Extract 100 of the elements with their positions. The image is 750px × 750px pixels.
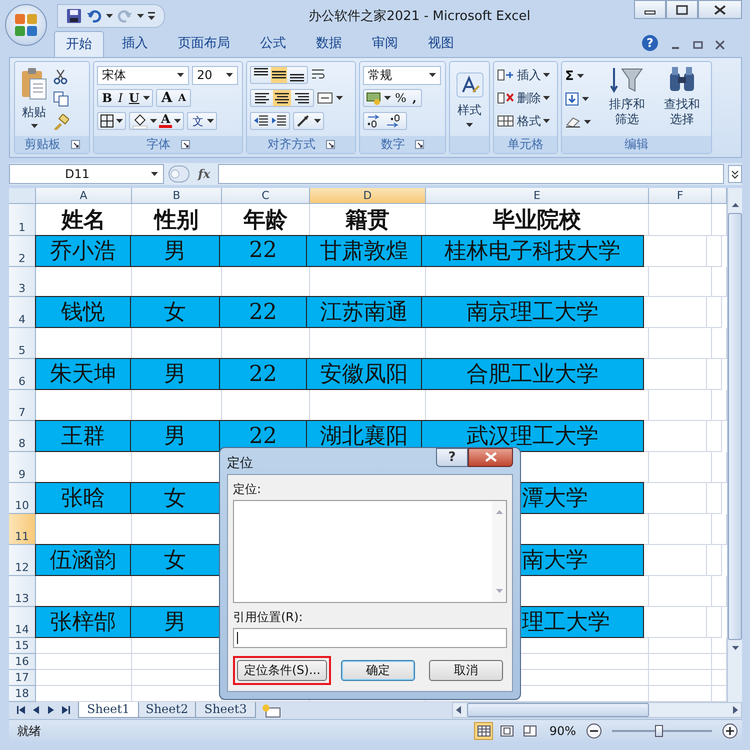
ribbon-tab[interactable]: 公式: [248, 30, 298, 58]
normal-view-button[interactable]: [474, 722, 494, 740]
column-header[interactable]: B: [132, 188, 222, 204]
sheet-tab[interactable]: Sheet3: [195, 702, 256, 718]
zoom-in-icon[interactable]: [722, 723, 738, 740]
row-header[interactable]: 18: [9, 686, 36, 702]
ribbon-tab[interactable]: 视图: [416, 30, 466, 58]
save-icon[interactable]: [66, 8, 82, 24]
horizontal-align-button[interactable]: [273, 90, 291, 106]
italic-button[interactable]: I: [116, 91, 125, 106]
row-header[interactable]: 11: [9, 514, 36, 545]
row-header[interactable]: 8: [9, 421, 36, 452]
ribbon-tab[interactable]: 插入: [110, 30, 160, 58]
font-color-button[interactable]: A: [159, 114, 172, 128]
dialog-button[interactable]: 定位条件(S)...: [237, 660, 328, 681]
close-button[interactable]: [468, 448, 513, 467]
eraser-icon[interactable]: [565, 116, 581, 128]
ribbon-tab[interactable]: 开始: [54, 31, 104, 58]
row-header[interactable]: 2: [9, 236, 36, 267]
vertical-scrollbar[interactable]: [727, 188, 742, 702]
font-size-dropdown[interactable]: 20: [192, 66, 238, 85]
find-select-button[interactable]: 查找和 选择: [664, 97, 700, 128]
decrease-indent-icon[interactable]: [253, 114, 269, 128]
name-box[interactable]: D11: [9, 164, 164, 184]
minimize-button[interactable]: [634, 0, 666, 19]
underline-button[interactable]: U: [126, 91, 142, 106]
column-header[interactable]: D: [310, 188, 426, 204]
column-header[interactable]: F: [649, 188, 712, 204]
scroll-thumb[interactable]: [728, 212, 742, 640]
bold-button[interactable]: B: [100, 91, 114, 106]
copy-icon[interactable]: [53, 91, 69, 108]
help-button[interactable]: ?: [436, 448, 468, 467]
ribbon-tab[interactable]: 页面布局: [166, 30, 242, 58]
row-header[interactable]: 15: [9, 638, 36, 654]
expand-icon[interactable]: [728, 164, 742, 183]
row-header[interactable]: 16: [9, 654, 36, 670]
dialog-launcher-icon[interactable]: [326, 140, 334, 149]
sheet-tab[interactable]: Sheet1: [78, 702, 139, 718]
row-header[interactable]: 9: [9, 452, 36, 484]
dialog-button[interactable]: 确定: [341, 660, 416, 681]
undo-icon[interactable]: [86, 8, 102, 24]
cut-icon[interactable]: [53, 68, 69, 85]
styles-icon[interactable]: [456, 72, 484, 98]
styles-button[interactable]: 样式: [458, 102, 482, 119]
font-name-dropdown[interactable]: 宋体: [97, 66, 189, 85]
zoom-out-icon[interactable]: [586, 723, 602, 740]
vertical-align-button[interactable]: [271, 67, 287, 84]
dialog-button[interactable]: 取消: [429, 660, 503, 681]
horizontal-align-button[interactable]: [293, 90, 311, 106]
help-button[interactable]: ?: [642, 35, 658, 52]
row-header[interactable]: 1: [9, 204, 36, 236]
insert-function-button[interactable]: fx: [194, 166, 214, 181]
maximize-button[interactable]: [666, 0, 698, 19]
horizontal-align-button[interactable]: [253, 90, 271, 106]
column-header[interactable]: A: [36, 188, 132, 204]
row-header[interactable]: 6: [9, 359, 36, 390]
goto-list[interactable]: [233, 500, 507, 603]
customize-icon[interactable]: [148, 11, 156, 20]
autosum-button[interactable]: Σ: [565, 68, 574, 84]
dialog-launcher-icon[interactable]: [415, 140, 424, 149]
increase-indent-icon[interactable]: [271, 114, 287, 128]
fill-icon[interactable]: [565, 92, 579, 106]
dialog-launcher-icon[interactable]: [180, 140, 190, 149]
column-header[interactable]: C: [222, 188, 310, 204]
paste-button[interactable]: 粘贴: [18, 65, 50, 133]
close-icon[interactable]: [715, 40, 725, 50]
delete-cells-button[interactable]: 删除: [517, 90, 541, 107]
scroll-thumb[interactable]: [467, 702, 649, 717]
sort-filter-button[interactable]: 排序和 筛选: [608, 97, 645, 128]
format-cells-button[interactable]: 格式: [517, 112, 541, 130]
row-header[interactable]: 10: [9, 483, 36, 514]
format-painter-icon[interactable]: [53, 114, 69, 130]
column-header[interactable]: E: [426, 188, 649, 204]
row-header[interactable]: 7: [9, 390, 36, 422]
horizontal-scrollbar[interactable]: [452, 702, 742, 718]
office-button[interactable]: [5, 4, 47, 46]
borders-icon[interactable]: [100, 114, 114, 128]
row-header[interactable]: 14: [9, 606, 36, 638]
number-format-dropdown[interactable]: 常规: [363, 66, 441, 85]
row-header[interactable]: 4: [9, 297, 36, 328]
currency-icon[interactable]: [366, 91, 382, 106]
comma-button[interactable]: ,: [410, 91, 419, 106]
first-sheet-icon[interactable]: [15, 704, 27, 715]
ribbon-tab[interactable]: 数据: [304, 30, 354, 58]
ribbon-tab[interactable]: 审阅: [360, 30, 410, 58]
reference-input[interactable]: [233, 628, 507, 648]
insert-cells-button[interactable]: 插入: [517, 66, 541, 84]
row-header[interactable]: 5: [9, 328, 36, 360]
formula-input[interactable]: [218, 164, 724, 184]
sort-filter-icon[interactable]: [610, 65, 644, 96]
insert-sheet-icon[interactable]: [260, 702, 282, 719]
dialog-launcher-icon[interactable]: [70, 140, 80, 149]
row-header[interactable]: 12: [9, 544, 36, 576]
row-header[interactable]: 17: [9, 670, 36, 686]
formula-handle-icon[interactable]: [168, 164, 190, 183]
grow-font-button[interactable]: A: [159, 90, 174, 106]
merge-cells-icon[interactable]: [317, 91, 333, 106]
shrink-font-button[interactable]: A: [176, 92, 188, 104]
percent-button[interactable]: %: [393, 91, 408, 106]
zoom-level[interactable]: 90%: [543, 724, 582, 738]
